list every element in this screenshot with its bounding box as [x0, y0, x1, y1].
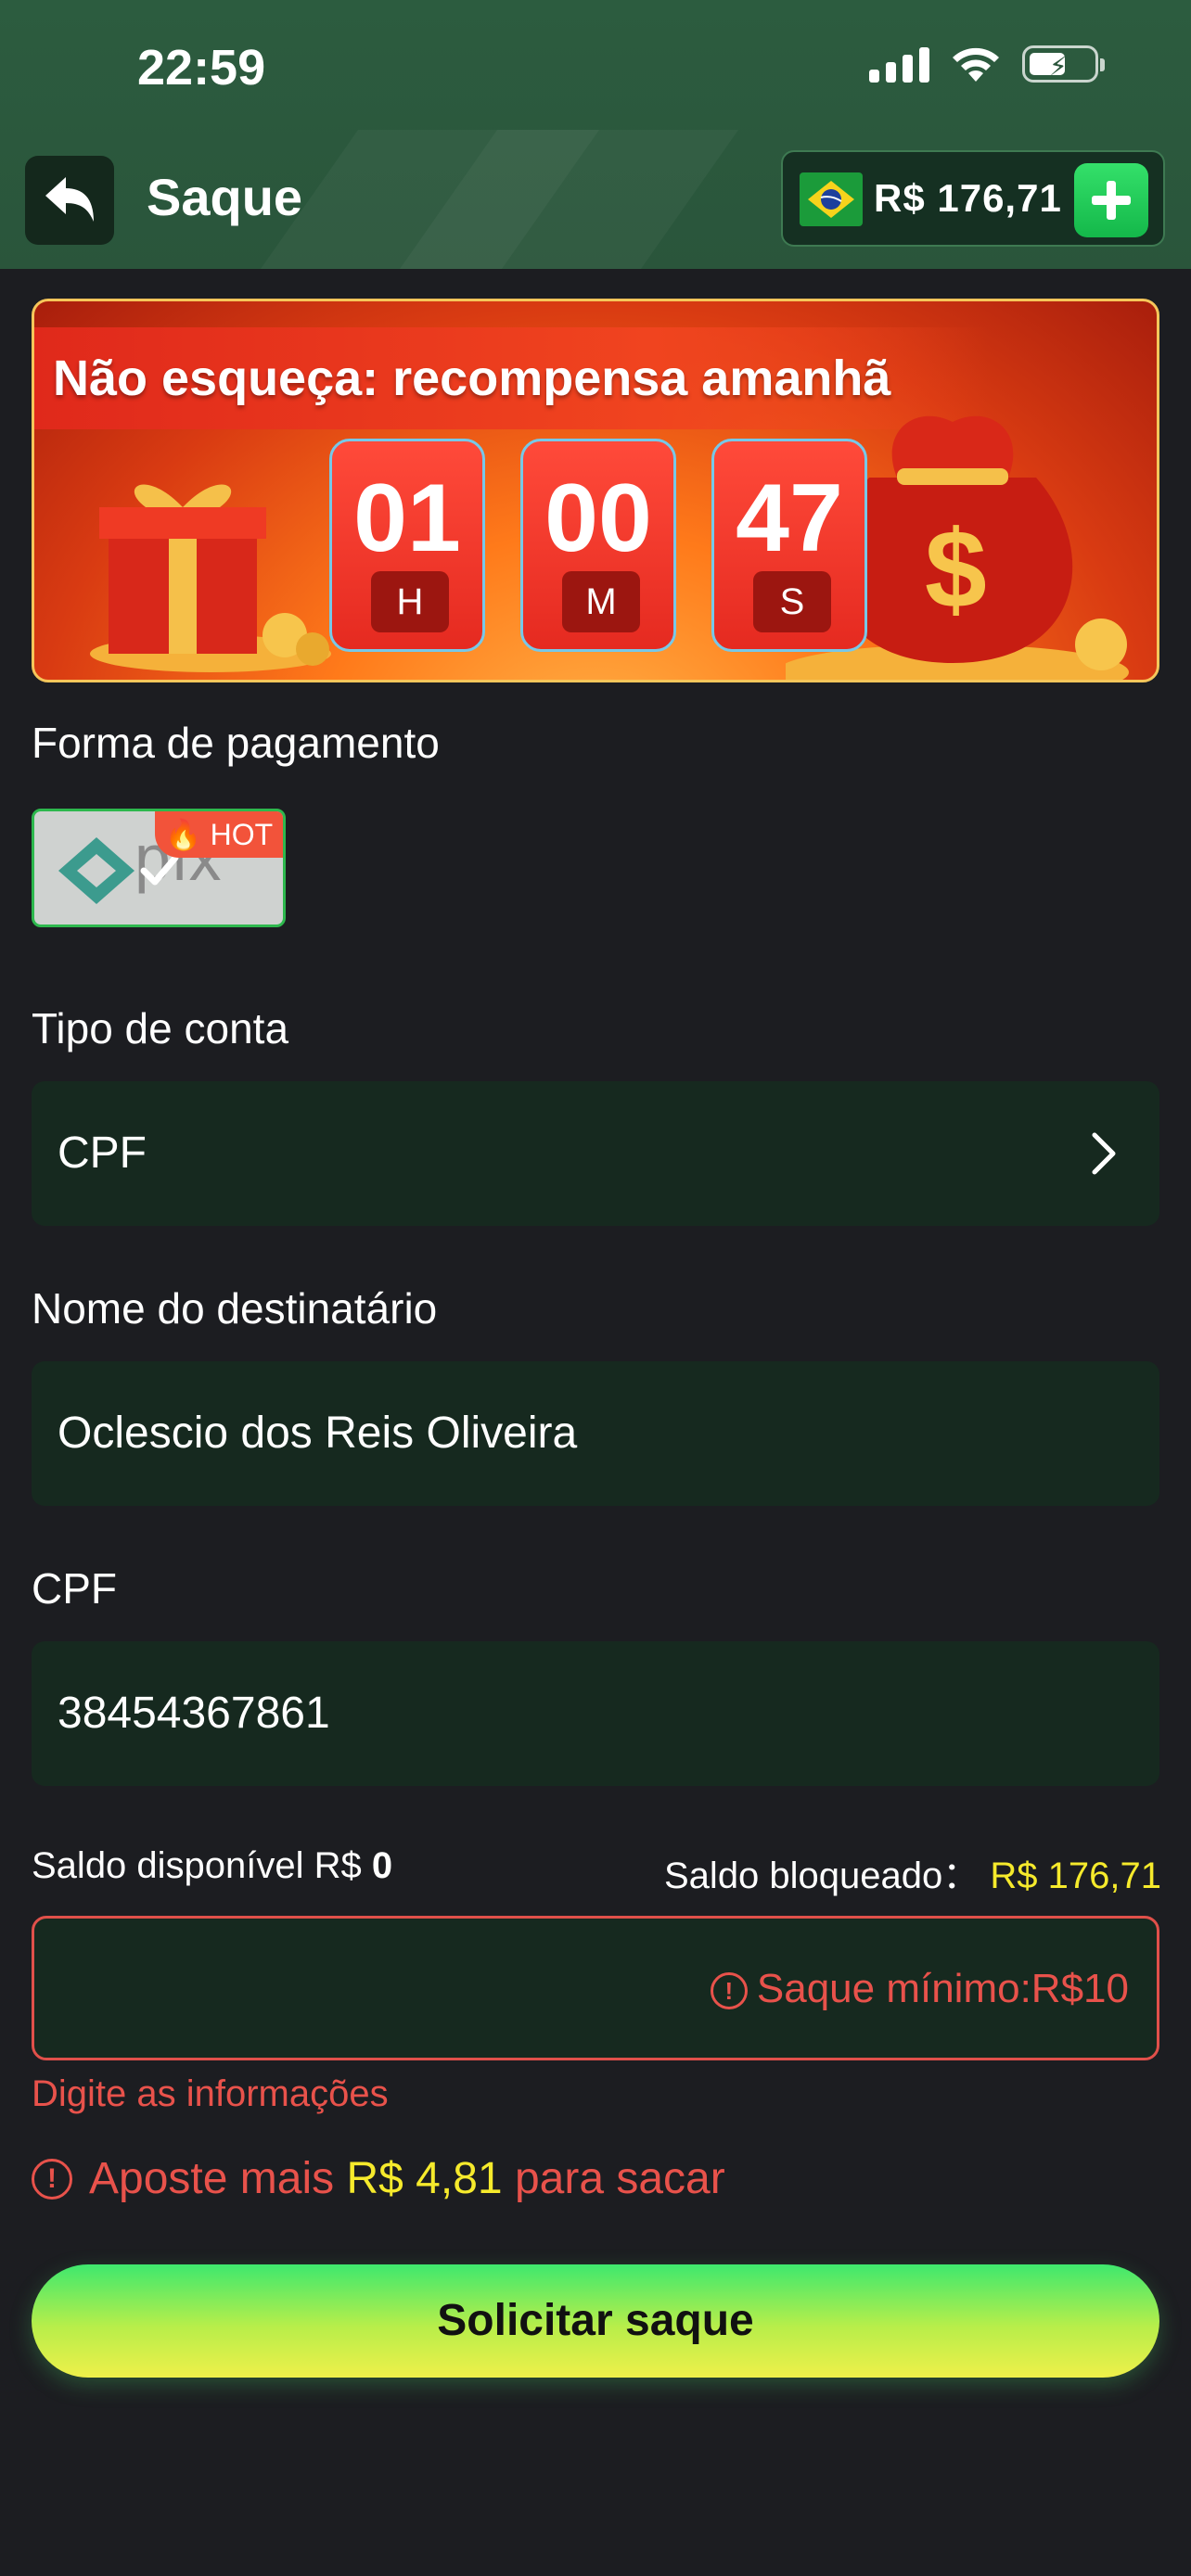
reward-banner[interactable]: $ Não esqueça: recompensa amanhã 01 H 00… — [32, 299, 1159, 682]
timer-hours-value: 01 — [353, 465, 461, 572]
back-button[interactable] — [25, 156, 114, 245]
signal-icon — [869, 45, 929, 83]
account-type-value: CPF — [58, 1129, 147, 1178]
timer-minutes: 00 M — [520, 439, 676, 652]
bet-more-error: ! Aposte mais R$ 4,81 para sacar — [32, 2153, 725, 2204]
deposit-plus-button[interactable] — [1074, 163, 1148, 237]
amount-placeholder: ! Saque mínimo:R$10 — [710, 1919, 1129, 2060]
recipient-name-value: Oclescio dos Reis Oliveira — [58, 1409, 578, 1458]
chevron-right-icon — [1092, 1132, 1116, 1175]
available-balance-label: Saldo disponível R$ — [32, 1845, 362, 1886]
recipient-name-label: Nome do destinatário — [32, 1284, 438, 1333]
fill-info-error: Digite as informações — [32, 2073, 389, 2114]
pix-logo-icon — [58, 837, 134, 904]
status-time: 22:59 — [137, 40, 266, 96]
payment-method-label: Forma de pagamento — [32, 719, 440, 767]
account-type-label: Tipo de conta — [32, 1004, 289, 1052]
pix-payment-option[interactable]: pix 🔥 HOT — [32, 809, 286, 927]
battery-icon: ⚡ — [1022, 45, 1105, 83]
cpf-label: CPF — [32, 1564, 117, 1613]
bet-more-amount: R$ 4,81 — [346, 2154, 503, 2203]
available-balance: Saldo disponível R$ 0 — [32, 1845, 392, 1887]
banner-title: Não esqueça: recompensa amanhã — [53, 351, 891, 406]
hot-badge: 🔥 HOT — [155, 811, 283, 858]
timer-seconds: 47 S — [711, 439, 867, 652]
warning-icon: ! — [32, 2158, 72, 2200]
gift-box-icon — [90, 484, 331, 672]
blocked-balance: Saldo bloqueado： R$ 176,71 — [664, 1845, 1161, 1899]
plus-icon — [1092, 181, 1131, 220]
balance-box: R$ 176,71 — [781, 150, 1165, 247]
brazil-flag-icon — [800, 172, 863, 226]
warning-icon: ! — [710, 1972, 748, 2010]
amount-placeholder-text: Saque mínimo:R$10 — [756, 1966, 1129, 2011]
hot-badge-label: HOT — [210, 818, 274, 851]
timer-seconds-value: 47 — [736, 465, 843, 572]
cpf-field[interactable]: 38454367861 — [32, 1641, 1159, 1786]
page-title: Saque — [147, 168, 303, 226]
blocked-balance-label: Saldo bloqueado： — [664, 1855, 980, 1896]
timer-hours: 01 H — [329, 439, 485, 652]
back-arrow-icon — [45, 177, 94, 222]
wifi-icon — [953, 47, 999, 82]
cpf-value: 38454367861 — [58, 1689, 330, 1738]
request-withdraw-button[interactable]: Solicitar saque — [32, 2264, 1159, 2378]
timer-minutes-value: 00 — [544, 465, 652, 572]
blocked-balance-value: R$ 176,71 — [990, 1855, 1161, 1896]
available-balance-value: 0 — [371, 1845, 393, 1886]
bet-more-suffix: para sacar — [514, 2154, 725, 2203]
recipient-name-field[interactable]: Oclescio dos Reis Oliveira — [32, 1361, 1159, 1506]
timer-hours-unit: H — [371, 571, 449, 632]
bet-more-prefix: Aposte mais — [89, 2154, 335, 2203]
timer-seconds-unit: S — [753, 571, 831, 632]
svg-text:$: $ — [925, 507, 987, 631]
timer-minutes-unit: M — [562, 571, 640, 632]
balance-value: R$ 176,71 — [874, 176, 1062, 220]
withdraw-amount-input[interactable]: ! Saque mínimo:R$10 — [32, 1916, 1159, 2060]
status-icons: ⚡ — [869, 45, 1105, 83]
app-header: 22:59 ⚡ Saque R$ 176,71 — [0, 0, 1191, 269]
account-type-select[interactable]: CPF — [32, 1081, 1159, 1226]
